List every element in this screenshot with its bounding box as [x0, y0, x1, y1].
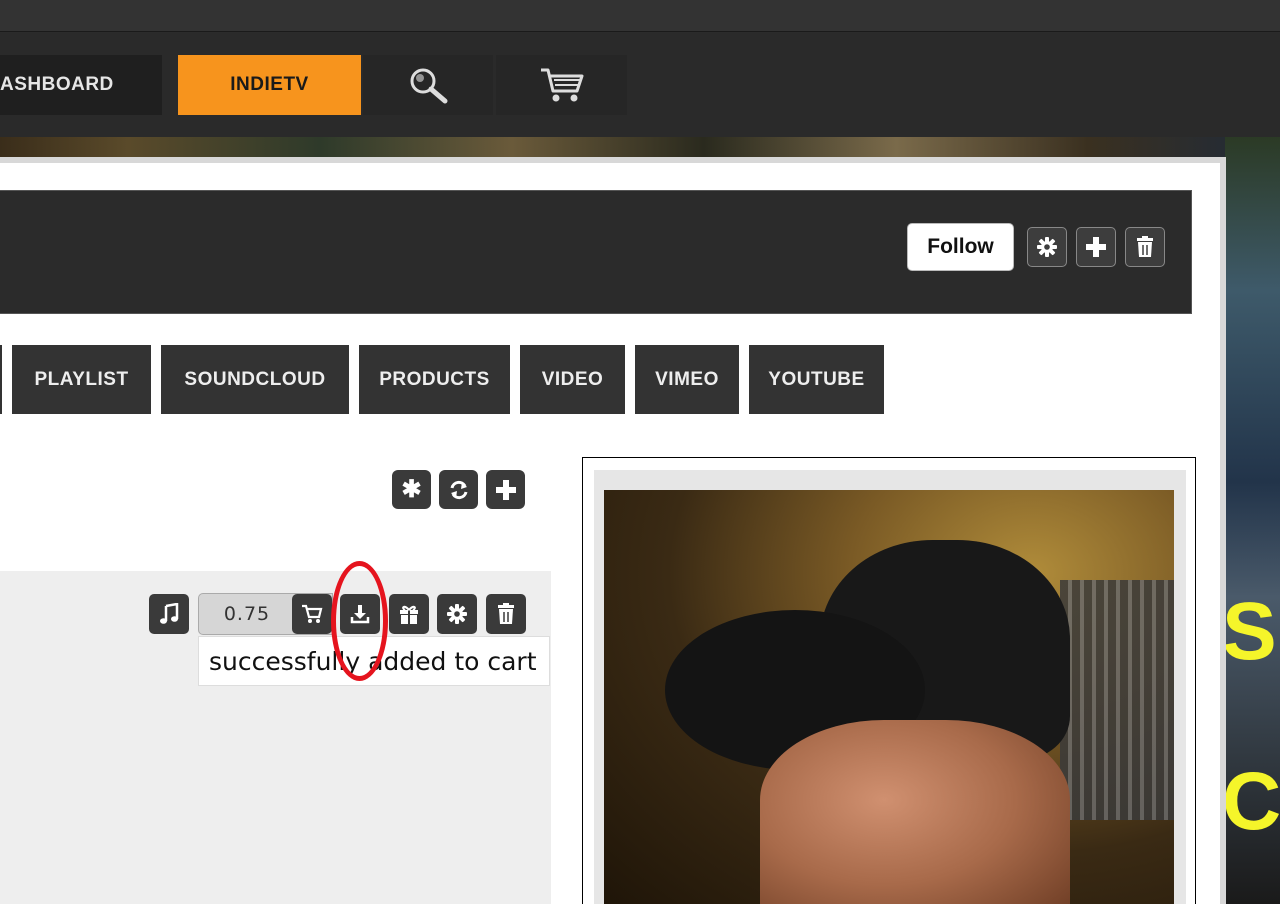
browser-top-strip [0, 0, 1280, 32]
nav-indietv[interactable]: INDIETV [178, 55, 361, 115]
track-settings-button[interactable] [437, 594, 477, 634]
refresh-icon [448, 479, 470, 501]
cart-icon [301, 604, 323, 624]
music-note-icon [159, 603, 179, 625]
tab-soundcloud-label: SOUNDCLOUD [184, 368, 326, 390]
track-delete-button[interactable] [486, 594, 526, 634]
header-delete-button[interactable] [1125, 227, 1165, 267]
tab-video[interactable]: VIDEO [520, 345, 625, 414]
tab-partial[interactable] [0, 345, 2, 414]
price-value: 0.75 [223, 603, 271, 625]
tab-youtube-label: YOUTUBE [768, 368, 865, 390]
gear-icon [1036, 236, 1058, 258]
tab-playlist[interactable]: PLAYLIST [12, 345, 151, 414]
cart-success-tooltip: successfully added to cart [198, 636, 550, 686]
header-settings-button[interactable] [1027, 227, 1067, 267]
top-navigation: ASHBOARD INDIETV [0, 33, 1280, 137]
list-asterisk-button[interactable]: ✱ [392, 470, 431, 509]
shopping-cart-icon [538, 65, 586, 105]
tab-soundcloud[interactable]: SOUNDCLOUD [161, 345, 349, 414]
tab-video-label: VIDEO [541, 368, 604, 390]
tab-products[interactable]: PRODUCTS [359, 345, 510, 414]
magnifier-icon [405, 65, 451, 105]
gift-icon [398, 603, 420, 625]
tab-playlist-label: PLAYLIST [34, 368, 129, 390]
plus-icon [495, 479, 517, 501]
follow-button[interactable]: Follow [907, 223, 1014, 271]
plus-icon [1085, 236, 1107, 258]
tab-vimeo[interactable]: VIMEO [635, 345, 739, 414]
poster-letter-1: S [1222, 586, 1277, 677]
download-button[interactable] [340, 594, 380, 634]
tooltip-text: successfully added to cart [209, 646, 537, 676]
list-refresh-button[interactable] [439, 470, 478, 509]
add-to-cart-button[interactable] [292, 594, 332, 634]
nav-dashboard-label: ASHBOARD [0, 74, 114, 95]
asterisk-icon: ✱ [401, 476, 422, 503]
track-music-button[interactable] [149, 594, 189, 634]
tab-youtube[interactable]: YOUTUBE [749, 345, 884, 414]
photo-face [760, 720, 1070, 904]
gear-icon [446, 603, 468, 625]
gift-button[interactable] [389, 594, 429, 634]
header-add-button[interactable] [1076, 227, 1116, 267]
trash-icon [1135, 236, 1155, 258]
app-root: ASHBOARD INDIETV S C Follow PLAYLIST SOU… [0, 0, 1280, 904]
nav-dashboard[interactable]: ASHBOARD [0, 55, 162, 115]
download-icon [349, 603, 371, 625]
nav-indietv-label: INDIETV [230, 74, 309, 95]
nav-cart-button[interactable] [496, 55, 627, 115]
poster-letter-2: C [1222, 756, 1280, 847]
list-add-button[interactable] [486, 470, 525, 509]
trash-icon [496, 603, 516, 625]
nav-search-button[interactable] [363, 55, 493, 115]
photo-mixer-detail [1060, 580, 1174, 820]
tab-products-label: PRODUCTS [379, 368, 490, 390]
tab-vimeo-label: VIMEO [655, 368, 719, 390]
